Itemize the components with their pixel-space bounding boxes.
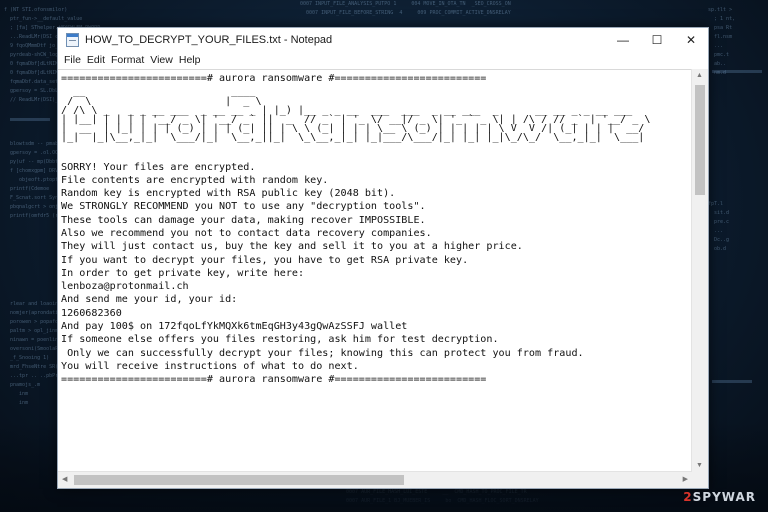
note-line: File contents are encrypted with random …	[61, 174, 329, 186]
menu-help[interactable]: Help	[176, 54, 204, 66]
menu-bar: File Edit Format View Help	[58, 51, 708, 69]
text-editor[interactable]: ========================# aurora ransomw…	[58, 69, 692, 472]
note-line: You will receive instructions of what to…	[61, 360, 359, 372]
minimize-button[interactable]: —	[606, 28, 640, 51]
title-bar[interactable]: HOW_TO_DECRYPT_YOUR_FILES.txt - Notepad …	[58, 28, 708, 51]
note-header: ========================# aurora ransomw…	[61, 73, 487, 84]
scroll-down-icon[interactable]: ▼	[696, 462, 703, 469]
note-line: Random key is encrypted with RSA public …	[61, 188, 396, 200]
vertical-scroll-thumb[interactable]	[695, 85, 705, 195]
note-line: SORRY! Your files are encrypted.	[61, 161, 256, 173]
menu-view[interactable]: View	[147, 54, 176, 66]
ascii-art-banner: __ ____ / \ | _ \ / /\ \ _ _ _ __ ___ _ …	[61, 86, 651, 144]
window-title: HOW_TO_DECRYPT_YOUR_FILES.txt - Notepad	[85, 33, 333, 46]
resize-grip-icon[interactable]	[692, 472, 708, 488]
note-line: If you want to decrypt your files, you h…	[61, 254, 469, 266]
note-footer: ========================# aurora ransomw…	[61, 374, 487, 386]
note-line: If someone else offers you files restori…	[61, 334, 499, 346]
close-button[interactable]: ✕	[674, 28, 708, 51]
menu-edit[interactable]: Edit	[84, 54, 108, 66]
scroll-left-icon[interactable]: ◀	[62, 475, 67, 483]
horizontal-scrollbar[interactable]: ◀ ▶	[58, 471, 692, 488]
menu-format[interactable]: Format	[108, 54, 147, 66]
scroll-right-icon[interactable]: ▶	[683, 475, 688, 483]
menu-file[interactable]: File	[61, 54, 84, 66]
note-line: And send me your id, your id:	[61, 294, 238, 306]
note-line: They will just contact us, buy the key a…	[61, 241, 523, 253]
note-line: Also we recommend you not to contact dat…	[61, 228, 432, 239]
note-line: These tools can damage your data, making…	[61, 214, 426, 226]
note-line: We STRONGLY RECOMMEND you NOT to use any…	[61, 201, 426, 213]
contact-email: lenboza@protonmail.ch	[61, 281, 189, 293]
scroll-up-icon[interactable]: ▲	[696, 72, 703, 79]
horizontal-scroll-thumb[interactable]	[74, 475, 404, 485]
payment-line: And pay 100$ on 172fqoLfYkMQXk6tmEqGH3y4…	[61, 321, 408, 333]
notepad-window: HOW_TO_DECRYPT_YOUR_FILES.txt - Notepad …	[57, 27, 709, 489]
watermark-logo: 2SPYWAR	[683, 490, 756, 504]
vertical-scrollbar[interactable]: ▲ ▼	[691, 69, 708, 472]
notepad-icon	[66, 32, 79, 47]
note-line: Only we can successfully decrypt your fi…	[61, 347, 584, 359]
note-line: In order to get private key, write here:	[61, 267, 305, 279]
maximize-button[interactable]: ☐	[640, 28, 674, 51]
note-body: SORRY! Your files are encrypted. File co…	[58, 143, 692, 389]
victim-id: 1260682360	[61, 307, 122, 319]
